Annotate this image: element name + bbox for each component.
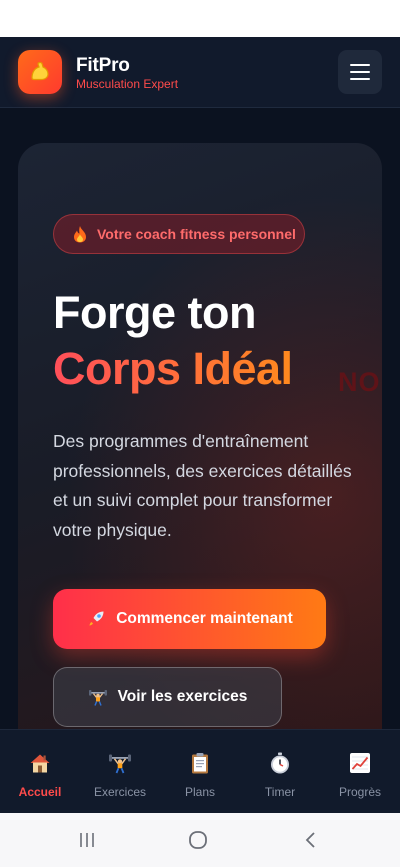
hero-title-line2: Corps Idéal: [53, 343, 293, 394]
start-now-label: Commencer maintenant: [116, 610, 293, 627]
badge-label: Votre coach fitness personnel: [97, 226, 296, 242]
background-sign-text: NO E: [338, 367, 382, 397]
view-exercises-button[interactable]: Voir les exercices: [53, 667, 282, 727]
house-icon: [30, 754, 50, 773]
home-button[interactable]: [186, 827, 210, 853]
stopwatch-icon: [271, 752, 289, 774]
start-now-button[interactable]: Commencer maintenant: [53, 589, 326, 649]
nav-label-plans: Plans: [184, 785, 216, 799]
coach-badge: Votre coach fitness personnel: [53, 214, 305, 254]
system-navigation-bar: [0, 813, 400, 867]
hamburger-menu-icon: [350, 64, 370, 66]
nav-item-accueil[interactable]: Accueil: [0, 730, 80, 813]
bottom-navigation: Accueil Exercices Plans Timer Progrès: [0, 729, 400, 813]
nav-label-accueil: Accueil: [18, 785, 62, 799]
nav-label-progres: Progrès: [338, 785, 382, 799]
home-circle-icon: [189, 831, 207, 849]
flexed-bicep-icon: [31, 62, 49, 81]
clipboard-icon: [192, 753, 208, 774]
weightlifter-icon: [88, 690, 107, 706]
menu-button[interactable]: [338, 50, 382, 94]
app-header: FitPro Musculation Expert: [0, 37, 400, 108]
rocket-icon: [88, 611, 104, 627]
nav-label-exercices: Exercices: [93, 785, 146, 799]
app-logo[interactable]: [18, 50, 62, 94]
weightlifter-icon: [109, 754, 131, 774]
back-button[interactable]: [300, 827, 322, 853]
app-title: FitPro: [76, 55, 130, 76]
recent-apps-button[interactable]: [76, 827, 98, 853]
hero-title-line1: Forge ton: [53, 287, 256, 338]
nav-item-exercices[interactable]: Exercices: [80, 730, 160, 813]
fire-icon: [74, 226, 86, 243]
status-bar: [0, 0, 400, 37]
app-subtitle: Musculation Expert: [76, 77, 179, 91]
nav-item-progres[interactable]: Progrès: [320, 730, 400, 813]
nav-label-timer: Timer: [264, 785, 296, 799]
back-chevron-icon: [305, 832, 315, 848]
hero-card: NO E Votre coach fitness personnel Forge…: [18, 143, 382, 729]
nav-item-plans[interactable]: Plans: [160, 730, 240, 813]
hero-description: Des programmes d'entraînement profession…: [53, 431, 352, 540]
recent-apps-icon: [80, 833, 94, 847]
chart-increasing-icon: [350, 753, 370, 773]
view-exercises-label: Voir les exercices: [117, 688, 248, 705]
nav-item-timer[interactable]: Timer: [240, 730, 320, 813]
hero-section: NO E Votre coach fitness personnel Forge…: [0, 108, 400, 729]
